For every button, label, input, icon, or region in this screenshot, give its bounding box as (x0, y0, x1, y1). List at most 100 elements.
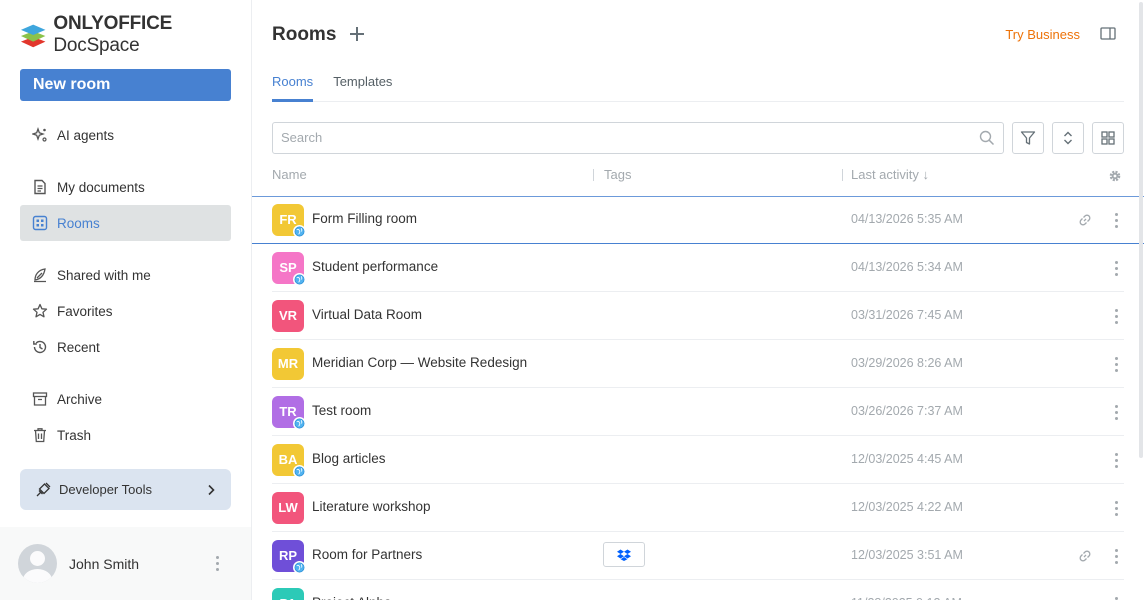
table-row[interactable]: BA Blog articles 12/03/2025 4:45 AM (252, 436, 1144, 484)
onlyoffice-logo-icon (20, 24, 46, 48)
tab-templates[interactable]: Templates (333, 74, 392, 101)
column-header-tags[interactable]: Tags (604, 165, 631, 187)
table-row[interactable]: MR Meridian Corp — Website Redesign 03/29/… (252, 340, 1144, 388)
table-row[interactable]: FR Form Filling room 04/13/2026 5:35 AM (252, 196, 1144, 244)
info-panel-icon[interactable] (1100, 26, 1116, 42)
sidebar-item-ai-agents[interactable]: AI agents (20, 117, 231, 153)
user-profile[interactable]: John Smith (0, 527, 251, 600)
last-activity-date: 04/13/2026 5:34 AM (851, 260, 963, 274)
archive-icon (32, 392, 48, 406)
globe-icon (294, 418, 305, 429)
room-logo[interactable]: LW (272, 492, 304, 524)
sidebar-item-recent[interactable]: Recent (20, 329, 231, 365)
sidebar: ONLYOFFICE DocSpace New room AI agents M… (0, 0, 252, 600)
last-activity-date: 12/03/2025 3:51 AM (851, 548, 963, 562)
add-icon[interactable] (348, 25, 366, 43)
chevron-right-icon (208, 484, 215, 495)
table-row[interactable]: PA Project Alpha 11/28/2025 9:12 AM (252, 580, 1144, 600)
filter-button[interactable] (1012, 122, 1044, 154)
public-room-badge (293, 561, 306, 574)
row-menu-button[interactable] (1106, 258, 1126, 278)
app-name: ONLYOFFICE DocSpace (53, 13, 173, 56)
row-menu-button[interactable] (1106, 354, 1126, 374)
row-menu-button[interactable] (1106, 546, 1126, 566)
scrollbar[interactable] (1138, 0, 1144, 460)
sidebar-item-label: Archive (57, 391, 103, 407)
tabs: Rooms Templates (272, 74, 1124, 102)
shared-icon (34, 268, 46, 283)
view-toggle-button[interactable] (1092, 122, 1124, 154)
sidebar-item-trash[interactable]: Trash (20, 417, 231, 453)
tab-rooms[interactable]: Rooms (272, 74, 314, 102)
room-name[interactable]: Test room (312, 403, 371, 418)
room-name[interactable]: Literature workshop (312, 499, 431, 514)
sidebar-item-rooms[interactable]: Rooms (20, 205, 231, 241)
column-header-last-activity[interactable]: Last activity ↓ (851, 165, 929, 187)
public-room-badge (293, 225, 306, 238)
sidebar-item-my-documents[interactable]: My documents (20, 169, 231, 205)
room-name[interactable]: Blog articles (312, 451, 386, 466)
sort-button[interactable] (1052, 122, 1084, 154)
sidebar-item-archive[interactable]: Archive (20, 381, 231, 417)
room-name[interactable]: Student performance (312, 259, 438, 274)
globe-icon (294, 274, 305, 285)
room-name[interactable]: Room for Partners (312, 547, 422, 562)
row-menu-button[interactable] (1106, 498, 1126, 518)
last-activity-date: 03/31/2026 7:45 AM (851, 308, 963, 322)
search-icon[interactable] (979, 130, 995, 146)
search-input[interactable]: Search (272, 122, 1004, 154)
user-name: John Smith (69, 555, 140, 572)
table-row[interactable]: VR Virtual Data Room 03/31/2026 7:45 AM (252, 292, 1144, 340)
column-header-name[interactable]: Name (272, 165, 307, 187)
table-row[interactable]: LW Literature workshop 12/03/2025 4:22 AM (252, 484, 1144, 532)
trash-icon (34, 428, 46, 443)
share-link-icon[interactable] (1078, 213, 1092, 227)
new-room-button[interactable]: New room (20, 69, 231, 101)
try-business-link[interactable]: Try Business (1005, 27, 1080, 42)
app-logo[interactable]: ONLYOFFICE DocSpace (20, 13, 251, 56)
column-resize-handle[interactable] (842, 169, 843, 181)
developer-tools-label: Developer Tools (59, 482, 152, 497)
ai-agents-icon (32, 127, 47, 142)
row-menu-button[interactable] (1106, 594, 1126, 600)
room-name[interactable]: Project Alpha (312, 595, 392, 600)
column-resize-handle[interactable] (593, 169, 594, 181)
recent-icon (33, 340, 47, 354)
dropbox-icon (617, 549, 631, 561)
row-menu-button[interactable] (1106, 450, 1126, 470)
developer-tools-icon (36, 482, 51, 496)
tag-badge[interactable] (603, 542, 645, 567)
rooms-icon (32, 215, 48, 231)
sidebar-item-favorites[interactable]: Favorites (20, 293, 231, 329)
sidebar-item-shared-with-me[interactable]: Shared with me (20, 257, 231, 293)
page-title: Rooms (272, 24, 337, 45)
filter-icon (1020, 131, 1036, 145)
public-room-badge (293, 417, 306, 430)
row-menu-button[interactable] (1106, 306, 1126, 326)
sidebar-item-label: Rooms (57, 215, 100, 231)
room-logo[interactable]: VR (272, 300, 304, 332)
share-link-icon[interactable] (1078, 549, 1092, 563)
profile-menu-button[interactable] (207, 554, 227, 574)
table-row[interactable]: SP Student performance 04/13/2026 5:34 AM (252, 244, 1144, 292)
sidebar-item-label: Recent (57, 339, 100, 355)
room-name[interactable]: Virtual Data Room (312, 307, 422, 322)
row-menu-button[interactable] (1106, 210, 1126, 230)
sidebar-item-label: AI agents (57, 127, 115, 143)
sort-arrow-icon: ↓ (922, 167, 930, 182)
sidebar-item-label: Shared with me (57, 267, 151, 283)
document-icon (34, 179, 46, 195)
room-logo[interactable]: PA (272, 588, 304, 600)
last-activity-date: 12/03/2025 4:22 AM (851, 500, 963, 514)
room-name[interactable]: Meridian Corp — Website Redesign (312, 355, 527, 370)
globe-icon (294, 562, 305, 573)
table-row[interactable]: RP Room for Partners 12/03/2025 3:51 AM (252, 532, 1144, 580)
sidebar-item-label: Favorites (57, 303, 113, 319)
table-settings-gear-icon[interactable] (1108, 169, 1122, 183)
room-logo[interactable]: MR (272, 348, 304, 380)
avatar[interactable] (18, 544, 57, 583)
table-row[interactable]: TR Test room 03/26/2026 7:37 AM (252, 388, 1144, 436)
developer-tools-button[interactable]: Developer Tools (20, 469, 231, 510)
row-menu-button[interactable] (1106, 402, 1126, 422)
room-name[interactable]: Form Filling room (312, 211, 417, 226)
